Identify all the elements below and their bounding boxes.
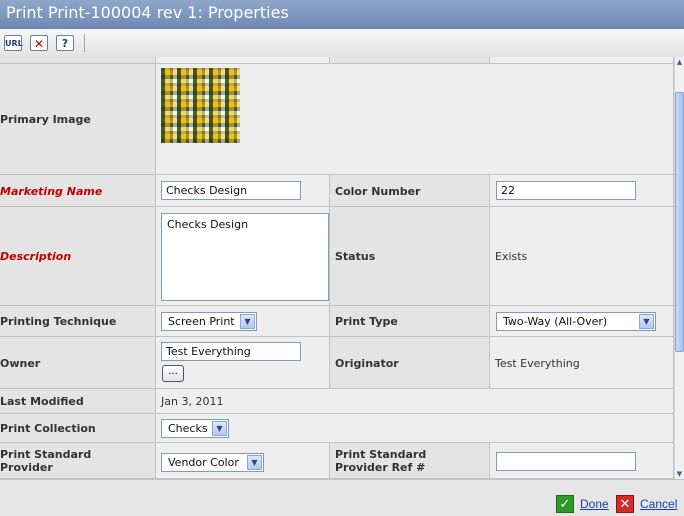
toolbar-separator [84, 34, 85, 52]
print-collection-label: Print Collection [0, 422, 96, 435]
row-partial-label [0, 57, 156, 64]
print-collection-label-cell: Print Collection [0, 414, 156, 443]
scroll-down-arrow-icon[interactable]: ▼ [675, 469, 684, 479]
marketing-name-label: Marketing Name [0, 185, 103, 198]
checkmark-icon[interactable]: ✓ [556, 495, 574, 513]
printing-technique-label-cell: Printing Technique [0, 306, 156, 337]
cancel-x-icon[interactable]: ✕ [616, 495, 634, 513]
row-partial-label-2 [330, 57, 490, 64]
marketing-name-label-cell: Marketing Name [0, 175, 156, 207]
last-modified-cell: Jan 3, 2011 [156, 389, 674, 414]
print-type-selected: Two-Way (All-Over) [503, 315, 608, 328]
last-modified-value: Jan 3, 2011 [161, 395, 224, 408]
description-textarea[interactable]: Checks Design [161, 213, 329, 301]
originator-label-cell: Originator [330, 337, 490, 389]
print-standard-provider-label-cell: Print Standard Provider [0, 443, 156, 479]
originator-label: Originator [335, 357, 399, 370]
status-label: Status [335, 250, 376, 263]
clear-fields-icon[interactable]: ✕ [30, 35, 48, 51]
print-type-select[interactable]: Two-Way (All-Over) ▼ [496, 312, 656, 331]
chevron-down-icon[interactable]: ▼ [247, 455, 262, 470]
printing-technique-selected: Screen Print [168, 315, 235, 328]
vertical-scrollbar[interactable]: ▲ ▼ [674, 57, 684, 479]
print-type-label-cell: Print Type [330, 306, 490, 337]
row-partial-value-2 [490, 57, 674, 64]
cancel-button[interactable]: Cancel [640, 497, 677, 511]
primary-image-label-cell: Primary Image [0, 64, 156, 175]
window-title-bar: Print Print-100004 rev 1: Properties [0, 0, 684, 29]
print-collection-selected: Checks [168, 422, 208, 435]
url-icon[interactable]: URL [4, 35, 23, 51]
done-button[interactable]: Done [580, 497, 609, 511]
owner-label-cell: Owner [0, 337, 156, 389]
status-label-cell: Status [330, 207, 490, 306]
status-cell: Exists [490, 207, 674, 306]
description-label: Description [0, 250, 72, 263]
description-label-cell: Description [0, 207, 156, 306]
print-collection-cell [156, 414, 674, 443]
primary-image-thumbnail[interactable] [161, 68, 240, 143]
print-collection-select[interactable]: Checks ▼ [161, 419, 229, 438]
marketing-name-input[interactable]: Checks Design [161, 181, 301, 200]
chevron-down-icon[interactable]: ▼ [212, 421, 227, 436]
status-value: Exists [495, 250, 528, 263]
printing-technique-select[interactable]: Screen Print ▼ [161, 312, 257, 331]
print-standard-provider-ref-label-cell: Print Standard Provider Ref # [330, 443, 490, 479]
print-standard-provider-select[interactable]: Vendor Color ▼ [161, 453, 264, 472]
print-standard-provider-label: Print Standard Provider [0, 448, 92, 474]
print-type-label: Print Type [335, 315, 398, 328]
chevron-down-icon[interactable]: ▼ [639, 314, 654, 329]
window-title: Print Print-100004 rev 1: Properties [6, 3, 289, 22]
print-standard-provider-selected: Vendor Color [168, 456, 239, 469]
primary-image-label: Primary Image [0, 113, 91, 126]
properties-form: Primary Image Marketing Name Checks Desi… [0, 57, 674, 479]
owner-input[interactable]: Test Everything [161, 342, 301, 361]
owner-label: Owner [0, 357, 41, 370]
originator-value: Test Everything [495, 357, 580, 370]
last-modified-label-cell: Last Modified [0, 389, 156, 414]
color-number-label-cell: Color Number [330, 175, 490, 207]
last-modified-label: Last Modified [0, 395, 84, 408]
originator-cell: Test Everything [490, 337, 674, 389]
color-number-input[interactable]: 22 [496, 181, 636, 200]
scroll-up-arrow-icon[interactable]: ▲ [675, 57, 684, 67]
color-number-label: Color Number [335, 185, 421, 198]
toolbar: URL ✕ ? [0, 29, 684, 58]
printing-technique-label: Printing Technique [0, 315, 117, 328]
print-standard-provider-ref-label: Print Standard Provider Ref # [335, 448, 427, 474]
dialog-footer: ✓ Done ✕ Cancel [0, 479, 684, 516]
chevron-down-icon[interactable]: ▼ [240, 314, 255, 329]
row-partial-value [156, 57, 330, 64]
print-standard-provider-ref-input[interactable] [496, 452, 636, 471]
owner-browse-button[interactable]: ... [162, 365, 184, 382]
help-icon[interactable]: ? [56, 35, 74, 51]
scrollbar-thumb[interactable] [675, 92, 684, 352]
